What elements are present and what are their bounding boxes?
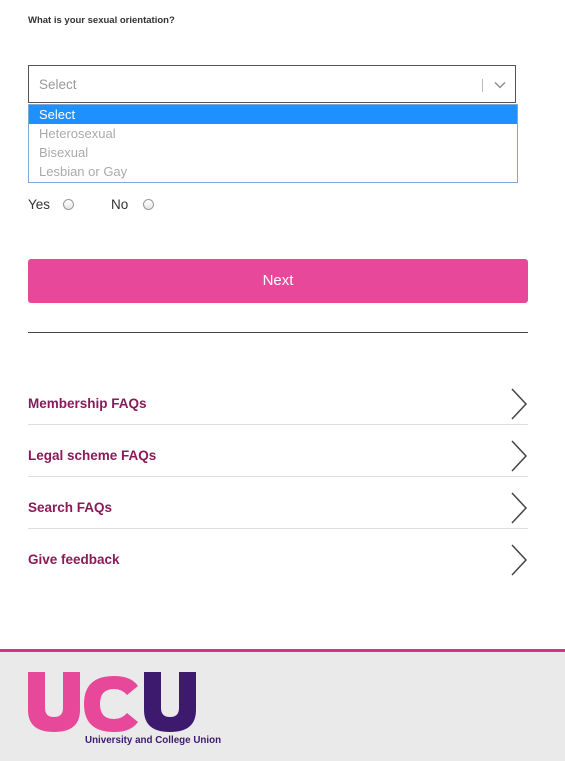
faq-link-search[interactable]: Search FAQs (28, 485, 528, 537)
faq-label: Search FAQs (28, 500, 113, 515)
select-option-select[interactable]: Select (29, 105, 517, 124)
ucu-logo[interactable]: University and College Union (28, 672, 238, 752)
radio-yes-label: Yes (28, 197, 51, 212)
faq-divider (28, 528, 528, 529)
faq-divider (28, 424, 528, 425)
chevron-right-icon (511, 388, 528, 420)
select-value: Select (39, 77, 77, 92)
faq-link-legal-scheme[interactable]: Legal scheme FAQs (28, 433, 528, 485)
faq-label: Membership FAQs (28, 396, 147, 411)
faq-divider (28, 476, 528, 477)
radio-yes[interactable] (63, 199, 74, 210)
chevron-right-icon (511, 440, 528, 472)
chevron-right-icon (511, 492, 528, 524)
select-option-bisexual[interactable]: Bisexual (29, 143, 517, 162)
select-separator (482, 79, 483, 92)
section-divider (28, 332, 528, 333)
chevron-right-icon (511, 544, 528, 576)
footer: University and College Union (0, 652, 565, 761)
question-label: What is your sexual orientation? (28, 15, 175, 26)
select-dropdown-list: Select Heterosexual Bisexual Lesbian or … (28, 104, 518, 183)
sexual-orientation-select[interactable]: Select (28, 65, 516, 103)
faq-label: Give feedback (28, 552, 120, 567)
faq-label: Legal scheme FAQs (28, 448, 157, 463)
chevron-down-icon[interactable] (494, 79, 506, 91)
select-option-heterosexual[interactable]: Heterosexual (29, 124, 517, 143)
radio-no[interactable] (143, 199, 154, 210)
radio-no-label: No (111, 197, 129, 212)
faq-link-membership[interactable]: Membership FAQs (28, 381, 528, 433)
next-button[interactable]: Next (28, 259, 528, 303)
faq-link-give-feedback[interactable]: Give feedback (28, 537, 528, 589)
select-option-lesbian-or-gay[interactable]: Lesbian or Gay (29, 162, 517, 181)
org-name: University and College Union (85, 735, 221, 746)
